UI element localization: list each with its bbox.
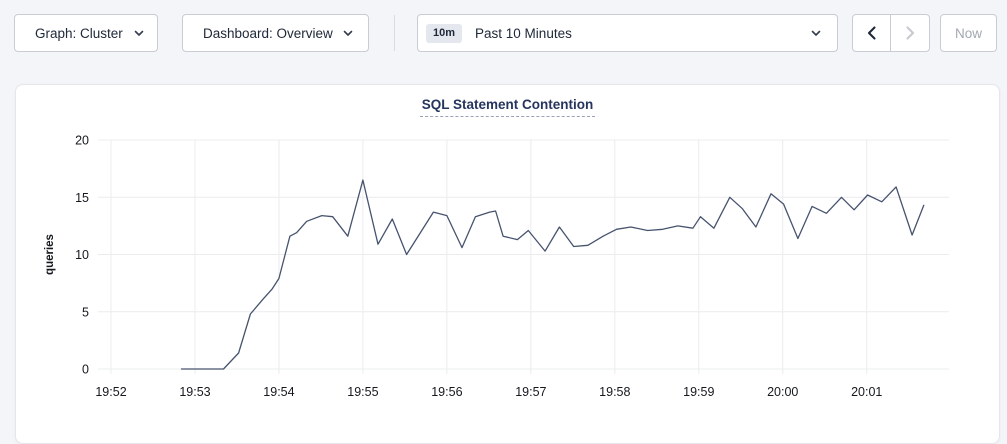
x-tick-label: 19:56 (431, 385, 462, 399)
next-time-window-button[interactable] (891, 15, 929, 51)
x-tick-label: 19:54 (263, 385, 294, 399)
y-tick-label: 0 (82, 363, 89, 377)
graph-dropdown[interactable]: Graph: Cluster (14, 14, 158, 52)
now-button[interactable]: Now (940, 14, 997, 52)
y-axis-label: queries (44, 234, 56, 275)
x-tick-label: 19:53 (179, 385, 210, 399)
graph-dropdown-label: Graph: Cluster (35, 26, 123, 41)
x-tick-label: 19:59 (683, 385, 714, 399)
line-chart[interactable]: 0 5 10 15 20 19:52 19:53 19:54 19:55 19:56 19:57 19… (16, 85, 1001, 433)
y-tick-label: 20 (75, 134, 89, 148)
previous-time-window-button[interactable] (853, 15, 891, 51)
chevron-down-icon (134, 30, 144, 37)
dashboard-dropdown[interactable]: Dashboard: Overview (182, 14, 369, 52)
chevron-down-icon (811, 30, 821, 37)
x-tick-label: 20:00 (767, 385, 798, 399)
chevron-down-icon (343, 30, 353, 37)
x-tick-label: 19:57 (515, 385, 546, 399)
time-range-badge: 10m (426, 24, 462, 43)
x-tick-label: 19:55 (347, 385, 378, 399)
x-tick-label: 19:52 (95, 385, 126, 399)
time-range-picker[interactable]: 10m Past 10 Minutes (417, 14, 838, 52)
chevron-left-icon (867, 26, 876, 40)
now-button-label: Now (955, 26, 982, 41)
chart-plot-area[interactable] (98, 140, 949, 369)
y-tick-label: 15 (75, 191, 89, 205)
y-tick-label: 5 (82, 305, 89, 319)
dashboard-dropdown-label: Dashboard: Overview (203, 26, 333, 41)
x-tick-label: 20:01 (851, 385, 882, 399)
chart-card: SQL Statement Contention 0510152019:5219… (15, 84, 1000, 444)
time-step-button-group (852, 14, 930, 52)
toolbar: Graph: Cluster Dashboard: Overview 10m P… (0, 0, 1007, 66)
x-tick-label: 19:58 (599, 385, 630, 399)
chevron-right-icon (906, 26, 915, 40)
time-range-label: Past 10 Minutes (475, 26, 811, 41)
toolbar-divider (394, 15, 395, 51)
y-tick-label: 10 (75, 248, 89, 262)
